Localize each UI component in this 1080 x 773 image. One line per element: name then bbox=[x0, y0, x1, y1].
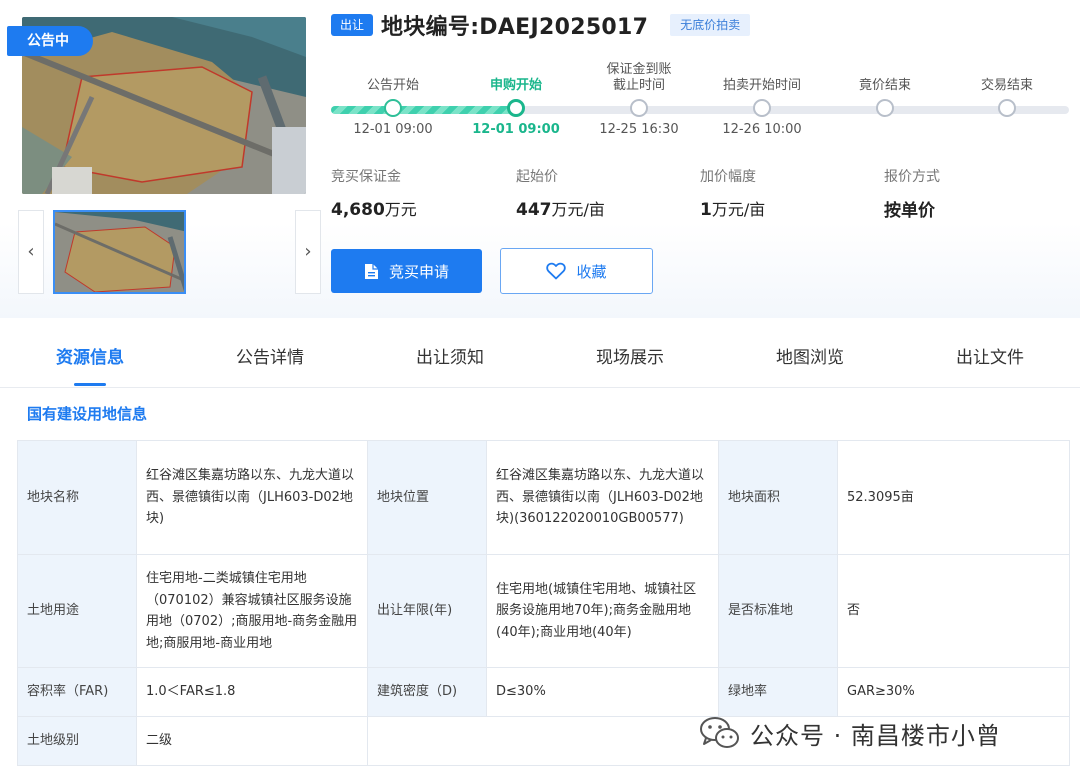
timeline-step-subscribe-start: 申购开始 12-01 09:00 bbox=[454, 62, 578, 137]
progress-timeline: 公告开始 12-01 09:00 申购开始 12-01 09:00 保证金到账截… bbox=[331, 62, 1069, 142]
timeline-step-auction-start: 拍卖开始时间 12-26 10:00 bbox=[700, 62, 824, 137]
timeline-dot bbox=[998, 99, 1016, 117]
thumbnail-strip: ‹ › bbox=[18, 210, 321, 294]
timeline-track bbox=[331, 106, 1069, 114]
timeline-step-deposit-deadline: 保证金到账截止时间 12-25 16:30 bbox=[577, 62, 701, 137]
deposit-info: 竞买保证金 4,680万元 bbox=[331, 166, 417, 220]
table-key: 地块面积 bbox=[718, 440, 838, 555]
increment-info: 加价幅度 1万元/亩 bbox=[700, 166, 765, 220]
timeline-step-label: 交易结束 bbox=[980, 78, 1033, 93]
timeline-dot bbox=[507, 99, 525, 117]
thumbnail-selected[interactable] bbox=[53, 210, 186, 294]
favorite-button[interactable]: 收藏 bbox=[500, 248, 653, 294]
start-price-label: 起始价 bbox=[516, 169, 558, 185]
table-key: 土地用途 bbox=[17, 554, 137, 668]
table-value: 住宅用地(城镇住宅用地、城镇社区服务设施用地70年);商务金融用地(40年);商… bbox=[486, 554, 719, 668]
tab-map-view[interactable]: 地图浏览 bbox=[720, 330, 900, 387]
timeline-dot bbox=[753, 99, 771, 117]
timeline-progress-fill bbox=[331, 106, 516, 114]
deposit-value: 4,680万元 bbox=[331, 200, 417, 220]
table-value: 1.0＜FAR≤1.8 bbox=[136, 667, 368, 717]
timeline-step-trade-end: 交易结束 bbox=[945, 62, 1069, 117]
table-key: 出让年限(年) bbox=[367, 554, 487, 668]
timeline-step-bidding-end: 竟价结束 bbox=[823, 62, 947, 117]
table-key: 地块名称 bbox=[17, 440, 137, 555]
timeline-step-label: 拍卖开始时间 bbox=[722, 78, 801, 93]
table-row: 容积率（FAR) 1.0＜FAR≤1.8 建筑密度（D) D≤30% 绿地率 G… bbox=[17, 667, 1070, 717]
table-key: 地块位置 bbox=[367, 440, 487, 555]
table-value: 住宅用地-二类城镇住宅用地（070102）兼容城镇社区服务设施用地（0702）;… bbox=[136, 554, 368, 668]
timeline-step-time: 12-01 09:00 bbox=[353, 122, 433, 137]
timeline-step-time: 12-26 10:00 bbox=[722, 122, 802, 137]
table-value: 52.3095亩 bbox=[837, 440, 1070, 555]
table-key: 容积率（FAR) bbox=[17, 667, 137, 717]
tab-announcement-details[interactable]: 公告详情 bbox=[180, 330, 360, 387]
timeline-step-label: 公告开始 bbox=[366, 78, 419, 93]
prev-image-button[interactable]: ‹ bbox=[18, 210, 44, 294]
quote-method-label: 报价方式 bbox=[884, 169, 940, 185]
table-key: 土地级别 bbox=[17, 716, 137, 766]
timeline-step-label: 申购开始 bbox=[489, 78, 542, 93]
document-icon bbox=[364, 263, 378, 279]
timeline-step-time: 12-01 09:00 bbox=[472, 122, 560, 137]
table-key: 是否标准地 bbox=[718, 554, 838, 668]
timeline-step-label: 保证金到账截止时间 bbox=[606, 62, 672, 93]
thumbnail-image bbox=[55, 212, 184, 292]
quote-method-value: 按单价 bbox=[884, 201, 935, 221]
page-title: 地块编号:DAEJ2025017 bbox=[381, 15, 649, 40]
watermark-text: 公众号 · 南昌楼市小曾 bbox=[750, 721, 1001, 750]
increment-value: 1万元/亩 bbox=[700, 200, 766, 220]
timeline-step-label: 竟价结束 bbox=[858, 78, 911, 93]
timeline-dot bbox=[876, 99, 894, 117]
tab-transfer-notice[interactable]: 出让须知 bbox=[360, 330, 540, 387]
status-tag: 公告中 bbox=[7, 26, 93, 56]
favorite-label: 收藏 bbox=[576, 262, 607, 281]
title-row: 出让 地块编号:DAEJ2025017 无底价拍卖 bbox=[331, 10, 751, 40]
table-value: 红谷滩区集嘉坊路以东、九龙大道以西、景德镇街以南（JLH603-D02地块)(3… bbox=[486, 440, 719, 555]
auction-type-badge: 无底价拍卖 bbox=[670, 14, 751, 36]
table-key: 建筑密度（D) bbox=[367, 667, 487, 717]
table-row: 地块名称 红谷滩区集嘉坊路以东、九龙大道以西、景德镇街以南（JLH603-D02… bbox=[17, 440, 1070, 555]
timeline-dot bbox=[630, 99, 648, 117]
bid-apply-button[interactable]: 竞买申请 bbox=[331, 249, 482, 293]
tab-resource-info[interactable]: 资源信息 bbox=[0, 330, 180, 387]
deposit-label: 竞买保证金 bbox=[331, 169, 401, 185]
start-price-value: 447万元/亩 bbox=[516, 200, 605, 220]
detail-tabs: 资源信息 公告详情 出让须知 现场展示 地图浏览 出让文件 bbox=[0, 330, 1080, 388]
table-row: 土地用途 住宅用地-二类城镇住宅用地（070102）兼容城镇社区服务设施用地（0… bbox=[17, 554, 1070, 668]
quote-method-info: 报价方式 按单价 bbox=[884, 166, 940, 221]
section-title: 国有建设用地信息 bbox=[27, 405, 148, 423]
watermark: 公众号 · 南昌楼市小曾 bbox=[700, 713, 1001, 753]
table-value: D≤30% bbox=[486, 667, 719, 717]
heart-icon bbox=[546, 262, 567, 280]
wechat-icon bbox=[700, 717, 739, 748]
detail-header-panel: 公告中 ‹ › 出让 地块编号:DAEJ2025017 无底价拍卖 公告开始 1… bbox=[0, 0, 1080, 318]
table-value: GAR≥30% bbox=[837, 667, 1070, 717]
start-price-info: 起始价 447万元/亩 bbox=[516, 166, 605, 220]
table-key: 绿地率 bbox=[718, 667, 838, 717]
increment-label: 加价幅度 bbox=[700, 169, 756, 185]
timeline-step-time: 12-25 16:30 bbox=[599, 122, 679, 137]
next-image-button[interactable]: › bbox=[295, 210, 321, 294]
bid-apply-label: 竞买申请 bbox=[388, 262, 449, 281]
timeline-step-announce-start: 公告开始 12-01 09:00 bbox=[331, 62, 455, 137]
tab-site-display[interactable]: 现场展示 bbox=[540, 330, 720, 387]
timeline-dot bbox=[384, 99, 402, 117]
table-value: 否 bbox=[837, 554, 1070, 668]
tab-transfer-files[interactable]: 出让文件 bbox=[900, 330, 1080, 387]
sale-type-badge: 出让 bbox=[331, 14, 373, 36]
table-value: 红谷滩区集嘉坊路以东、九龙大道以西、景德镇街以南（JLH603-D02地块) bbox=[136, 440, 368, 555]
table-value: 二级 bbox=[136, 716, 368, 766]
